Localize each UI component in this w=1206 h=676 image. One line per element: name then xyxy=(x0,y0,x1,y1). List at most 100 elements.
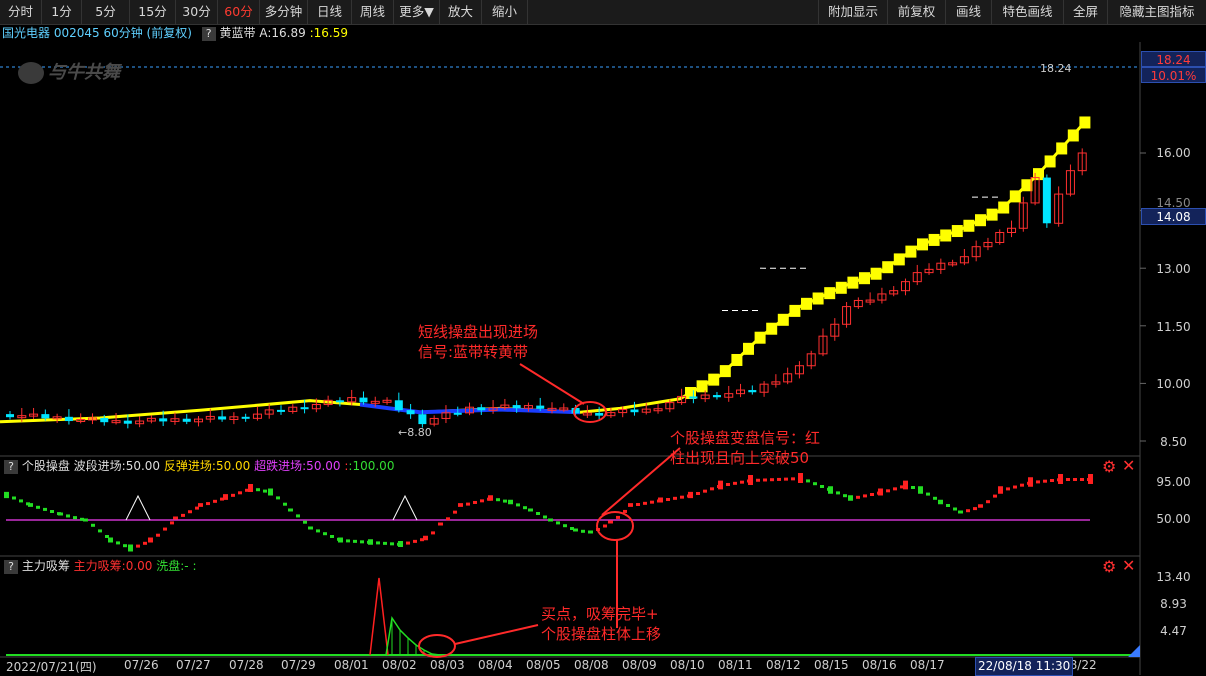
indicator2-dot xyxy=(413,539,417,543)
indicator2-name: 个股操盘 xyxy=(21,459,70,473)
indicator2-dot xyxy=(777,477,781,481)
indicator2-bar xyxy=(308,526,313,530)
indicator2-dot xyxy=(50,510,54,513)
indicator2-dot xyxy=(1087,478,1091,481)
date-label: 08/03 xyxy=(430,658,465,672)
indicator2-dot xyxy=(1013,485,1017,489)
band-block xyxy=(719,365,731,378)
indicator2-dot xyxy=(263,489,267,493)
last-price-badge: 18.24 xyxy=(1141,51,1206,67)
high-price-label: 18.24 xyxy=(1040,62,1072,75)
indicator2-bar xyxy=(918,486,923,494)
candle-body xyxy=(100,417,109,423)
triangle-marker xyxy=(392,494,418,521)
close-icon[interactable]: ✕ xyxy=(1122,558,1135,574)
indicator2-dot xyxy=(181,513,185,517)
candle-body xyxy=(453,412,462,415)
candle-body xyxy=(335,400,344,403)
indicator2-dot xyxy=(556,521,560,525)
help-icon[interactable]: ? xyxy=(4,459,18,474)
ann-arrow xyxy=(519,363,585,405)
indicator2-dot xyxy=(953,507,957,511)
indicator2-dot xyxy=(536,512,540,515)
gear-icon[interactable]: ⚙ xyxy=(1102,459,1116,475)
price-tick: 13.00 xyxy=(1156,262,1191,276)
indicator2-dot xyxy=(466,502,470,506)
indicator2-dot xyxy=(516,503,520,507)
candle-body xyxy=(1042,177,1051,224)
candle-body xyxy=(123,420,132,424)
indicator2-dot xyxy=(806,479,810,483)
candle-body xyxy=(41,414,50,419)
indicator2-dot xyxy=(523,506,527,510)
candle-body xyxy=(300,407,309,410)
indicator2-dot xyxy=(156,533,160,537)
candle-body xyxy=(512,405,521,409)
ann-circle xyxy=(418,634,456,658)
band-block xyxy=(928,233,940,246)
indicator2-dot xyxy=(1066,478,1070,481)
indicator2-dot xyxy=(570,527,574,530)
close-icon[interactable]: ✕ xyxy=(1122,458,1135,474)
indicator2-dot xyxy=(220,497,224,501)
indicator2-dot xyxy=(116,541,120,545)
watermark-logo-icon xyxy=(18,62,44,84)
indicator2-bar xyxy=(198,503,203,507)
candle-body xyxy=(748,390,757,393)
indicator2-dot xyxy=(330,535,334,538)
indicator2-dot xyxy=(843,494,847,498)
crosshair-date-badge: 22/08/18 11:30 xyxy=(975,657,1074,676)
candle-body xyxy=(241,416,250,419)
indicator2-bar xyxy=(128,544,133,552)
band-block xyxy=(882,261,894,274)
indicator2-dot xyxy=(740,480,744,484)
date-label: 08/16 xyxy=(862,658,897,672)
indicator2-dot xyxy=(1050,479,1054,482)
date-label: 08/10 xyxy=(670,658,705,672)
candle-body xyxy=(477,407,486,411)
date-label: 2022/07/21(四) xyxy=(6,660,97,674)
indicator2-dot xyxy=(19,499,23,503)
candle-body xyxy=(218,416,227,420)
date-label: 08/12 xyxy=(766,658,801,672)
indicator2-dot xyxy=(1020,483,1024,487)
indicator2-dot xyxy=(946,504,950,507)
indicator2-dot xyxy=(43,507,47,511)
indicator2-dot xyxy=(636,503,640,506)
indicator2-dot xyxy=(543,515,547,519)
band-block xyxy=(801,297,812,310)
indicator2-dot xyxy=(337,537,341,541)
indicator2-dot xyxy=(123,544,127,548)
indicator2-dot xyxy=(406,541,410,545)
indicator3-name: 主力吸筹 xyxy=(21,559,70,573)
candle-body xyxy=(536,405,545,409)
indicator2-bar xyxy=(628,503,633,507)
indicator2-dot xyxy=(696,492,700,495)
band-block xyxy=(777,313,789,326)
indicator2-dot xyxy=(733,481,737,485)
candle-body xyxy=(418,414,427,425)
candle-body xyxy=(712,395,721,398)
band-block xyxy=(731,353,743,366)
indicator2-dot xyxy=(26,502,30,506)
indicator2-dot xyxy=(763,478,767,482)
spike-green xyxy=(385,615,441,656)
indicator2-dot xyxy=(105,535,109,538)
help-icon[interactable]: ? xyxy=(4,559,18,574)
indicator2-dot xyxy=(73,516,77,520)
indicator2-dot xyxy=(1036,480,1040,484)
indicator2-dot xyxy=(206,502,210,506)
price-tick: 8.50 xyxy=(1160,435,1187,449)
candle-body xyxy=(277,409,285,412)
candle-body xyxy=(6,414,14,418)
indicator2-dot xyxy=(726,483,730,486)
indicator2-dot xyxy=(856,495,860,499)
gear-icon[interactable]: ⚙ xyxy=(1102,559,1116,575)
indicator2-bar xyxy=(438,522,443,526)
indicator2-dot xyxy=(710,487,714,491)
indicator2-dot xyxy=(195,506,199,510)
indicator2-dot xyxy=(283,502,287,506)
price-tick: 11.50 xyxy=(1156,320,1191,334)
indicator2-dot xyxy=(1080,478,1084,481)
price-tick: 10.00 xyxy=(1156,377,1191,391)
